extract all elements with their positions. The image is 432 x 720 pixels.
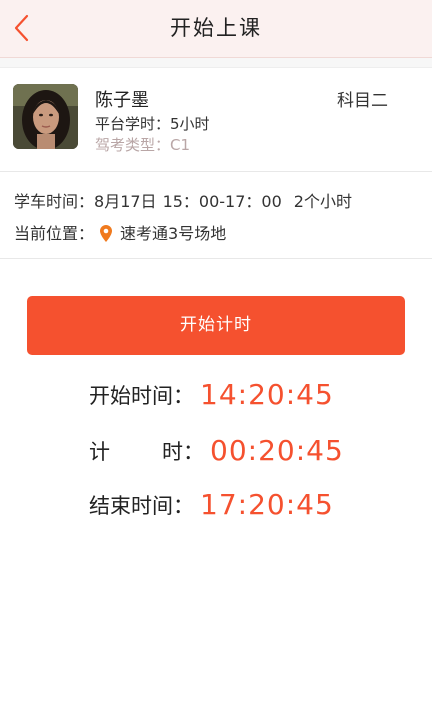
avatar <box>13 84 78 149</box>
avatar-image <box>13 84 78 149</box>
elapsed-time-row: 计 时： 00:20:45 <box>89 434 344 467</box>
header-bar: 开始上课 <box>0 0 432 58</box>
chevron-left-icon <box>14 14 29 42</box>
student-card: 陈子墨 科目二 平台学时：5小时 驾考类型：C1 <box>0 68 432 172</box>
elapsed-time-label: 计 时： <box>89 436 204 466</box>
start-time-value: 14:20:45 <box>200 378 334 411</box>
back-button[interactable] <box>10 12 36 44</box>
start-timer-button[interactable]: 开始计时 <box>27 296 405 355</box>
subject-label: 科目二 <box>337 91 388 111</box>
location-pin-icon <box>100 225 113 246</box>
end-time-row: 结束时间： 17:20:45 <box>89 488 334 521</box>
location-label: 当前位置： <box>14 224 95 243</box>
booking-duration: 2个小时 <box>293 192 352 211</box>
section-divider <box>0 58 432 68</box>
license-type: 驾考类型：C1 <box>95 136 191 154</box>
elapsed-time-value: 00:20:45 <box>210 434 344 467</box>
booking-time-range: 15：00-17：00 <box>162 192 282 211</box>
booking-date: 8月17日 <box>94 192 157 211</box>
end-time-label: 结束时间： <box>89 493 194 518</box>
booking-time-row: 学车时间：8月17日 15：00-17：00 2个小时 <box>14 188 352 212</box>
location-row: 当前位置： 速考通3号场地 <box>14 220 226 246</box>
page-title: 开始上课 <box>170 16 262 40</box>
student-name: 陈子墨 <box>95 90 149 111</box>
booking-info: 学车时间：8月17日 15：00-17：00 2个小时 当前位置： 速考通3号场地 <box>0 173 432 259</box>
start-time-row: 开始时间： 14:20:45 <box>89 378 334 411</box>
elapsed-label-part-2: 时： <box>162 439 204 464</box>
start-time-label: 开始时间： <box>89 383 194 408</box>
location-value: 速考通3号场地 <box>120 224 227 243</box>
end-time-value: 17:20:45 <box>200 488 334 521</box>
platform-hours: 平台学时：5小时 <box>95 115 210 133</box>
booking-time-label: 学车时间： <box>14 192 95 211</box>
elapsed-label-part-1: 计 <box>89 439 110 464</box>
